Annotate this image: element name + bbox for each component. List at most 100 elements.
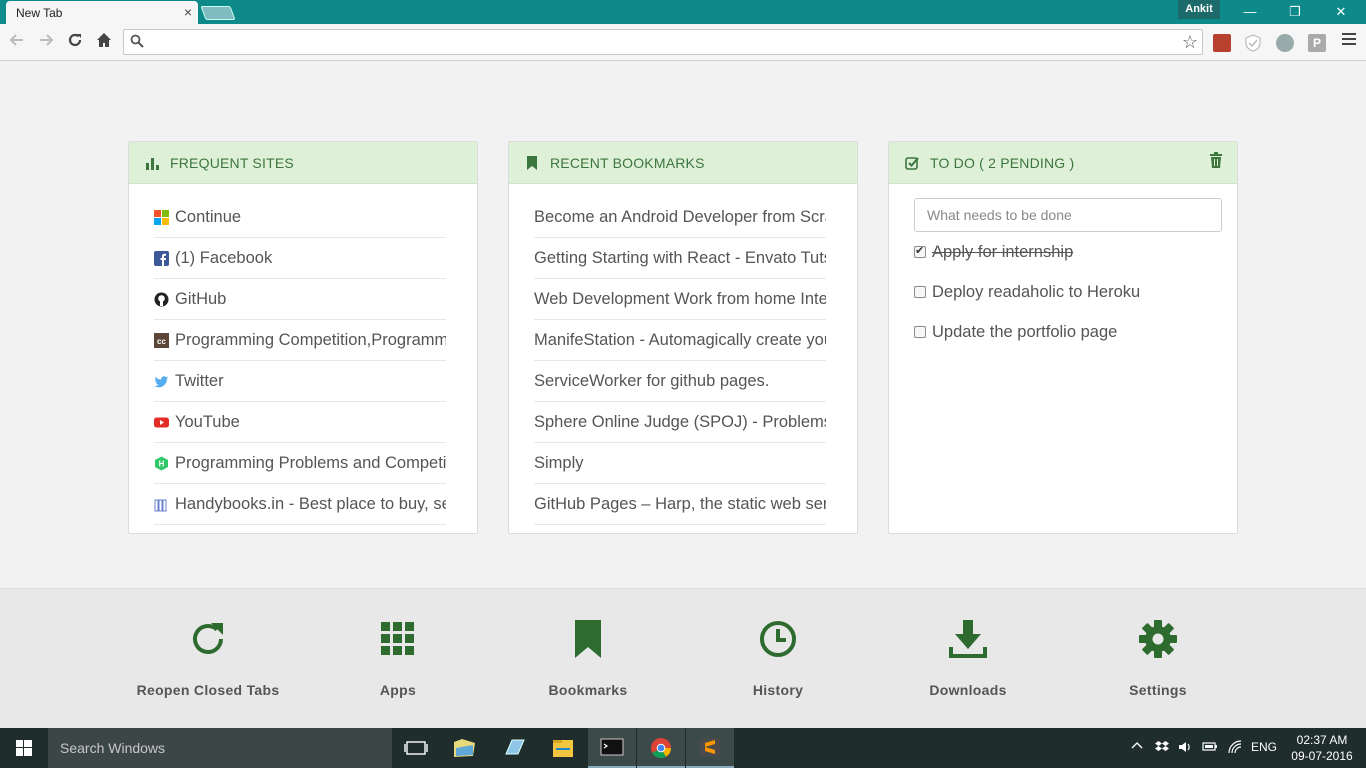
restore-button[interactable]: ❐ [1280, 2, 1310, 22]
gear-icon [1139, 620, 1177, 658]
bookmark-icon [527, 156, 537, 170]
reload-button[interactable] [65, 32, 85, 52]
taskbar-app-sublime[interactable] [686, 728, 734, 768]
todo-item[interactable]: Deploy readaholic to Heroku [914, 280, 1140, 304]
extension-p-icon[interactable]: P [1308, 34, 1326, 52]
list-item[interactable]: ManifeStation - Automagically create you… [534, 320, 826, 361]
notepad-icon [505, 739, 525, 755]
reopen-closed-tabs-button[interactable]: Reopen Closed Tabs [113, 619, 303, 698]
language-indicator[interactable]: ENG [1251, 740, 1277, 754]
dropbox-icon[interactable] [1155, 740, 1169, 757]
omnibox[interactable]: ☆ [123, 29, 1203, 55]
codechef-icon: cc [154, 332, 169, 348]
taskbar-app-explorer-old[interactable] [441, 728, 489, 768]
site-link: Handybooks.in - Best place to buy, sell … [175, 494, 446, 513]
todo-checkbox[interactable] [914, 326, 926, 338]
tab-close-icon[interactable]: × [184, 4, 192, 20]
trash-icon[interactable] [1209, 152, 1223, 168]
list-item[interactable]: YouTube [154, 402, 446, 443]
volume-icon[interactable] [1178, 740, 1192, 757]
tray-chevron-up-icon[interactable] [1131, 740, 1143, 755]
list-item[interactable]: Become an Android Developer from Scratch [534, 197, 826, 238]
bookmark-icon [575, 620, 601, 658]
omnibox-input[interactable] [152, 35, 1152, 51]
clock-date: 09-07-2016 [1291, 749, 1353, 763]
taskbar-app-file-explorer[interactable] [539, 728, 587, 768]
list-item[interactable]: ServiceWorker for github pages. [534, 361, 826, 402]
list-item[interactable]: Sphere Online Judge (SPOJ) - Problems [534, 402, 826, 443]
start-button[interactable] [0, 728, 48, 768]
clock-icon [760, 621, 796, 657]
task-view-button[interactable] [392, 728, 440, 768]
minimize-button[interactable]: — [1235, 2, 1265, 22]
shortcut-label: Bookmarks [548, 682, 628, 698]
profile-button[interactable]: Ankit [1178, 0, 1220, 19]
shortcut-label: Downloads [929, 682, 1007, 698]
taskbar-app-terminal[interactable] [588, 728, 636, 768]
bookmarks-button[interactable]: Bookmarks [493, 619, 683, 698]
close-window-button[interactable]: ✕ [1326, 2, 1356, 22]
todo-checkbox[interactable] [914, 244, 926, 258]
list-item[interactable]: Continue [154, 197, 446, 238]
new-tab-button[interactable] [200, 6, 236, 20]
clock-time: 02:37 AM [1296, 733, 1348, 747]
todo-input[interactable] [914, 198, 1222, 232]
todo-item[interactable]: Apply for internship [914, 240, 1073, 264]
list-item[interactable]: Simply [534, 443, 826, 484]
github-icon [154, 292, 169, 306]
list-item[interactable]: Handybooks.in - Best place to buy, sell … [154, 484, 446, 525]
extension-globe-icon[interactable] [1276, 34, 1294, 52]
list-item[interactable]: GitHub [154, 279, 446, 320]
list-item[interactable]: cc Programming Competition,Programming C… [154, 320, 446, 361]
shortcut-label: Reopen Closed Tabs [136, 682, 280, 698]
extension-shield-icon[interactable] [1244, 34, 1262, 52]
battery-icon[interactable] [1202, 740, 1218, 755]
browser-title-bar: New Tab × Ankit — ❐ ✕ [0, 0, 1366, 24]
list-item[interactable]: Twitter [154, 361, 446, 402]
recent-bookmarks-card: RECENT BOOKMARKS Become an Android Devel… [508, 141, 858, 534]
todo-item[interactable]: Update the portfolio page [914, 320, 1117, 344]
list-item[interactable]: H Programming Problems and Competitions [154, 443, 446, 484]
forward-button[interactable] [36, 32, 56, 52]
tab-new-tab[interactable]: New Tab × [6, 1, 198, 24]
taskbar-app-notepad[interactable] [490, 728, 538, 768]
todo-checkbox[interactable] [914, 286, 926, 298]
site-link: (1) Facebook [175, 248, 273, 267]
extension-book-icon[interactable] [1213, 34, 1231, 52]
taskbar-search[interactable]: Search Windows [48, 728, 392, 768]
forward-arrow-icon [40, 34, 54, 46]
bookmark-link: GitHub Pages – Harp, the static web serv… [534, 494, 826, 513]
shortcut-label: History [752, 682, 804, 698]
sublime-text-icon [700, 738, 720, 756]
todo-title: TO DO ( 2 PENDING ) [930, 155, 1075, 171]
hackerrank-icon: H [155, 456, 168, 470]
bookmark-star-icon[interactable]: ☆ [1182, 32, 1198, 52]
taskbar-app-chrome[interactable] [637, 728, 685, 768]
list-item[interactable]: Web Development Work from home Internshi… [534, 279, 826, 320]
back-button[interactable] [7, 32, 27, 52]
svg-text:cc: cc [157, 337, 166, 346]
twitter-icon [154, 375, 168, 387]
frequent-sites-header: FREQUENT SITES [129, 142, 477, 184]
checkbox-checked-icon [905, 157, 919, 170]
chrome-menu-button[interactable] [1339, 32, 1359, 52]
file-explorer-icon [553, 740, 573, 757]
tab-title: New Tab [16, 6, 63, 20]
list-item[interactable]: (1) Facebook [154, 238, 446, 279]
wifi-icon[interactable] [1228, 740, 1242, 757]
site-link: GitHub [175, 289, 227, 308]
history-button[interactable]: History [683, 619, 873, 698]
list-item[interactable]: Getting Starting with React - Envato Tut… [534, 238, 826, 279]
taskbar-clock[interactable]: 02:37 AM 09-07-2016 [1290, 732, 1354, 764]
downloads-button[interactable]: Downloads [873, 619, 1063, 698]
site-link: YouTube [175, 412, 240, 431]
terminal-icon [600, 738, 624, 756]
home-button[interactable] [94, 32, 114, 52]
bookmark-link: ManifeStation - Automagically create you… [534, 330, 826, 349]
windows-logo-icon [16, 740, 32, 756]
list-item[interactable]: GitHub Pages – Harp, the static web serv… [534, 484, 826, 525]
task-view-icon [404, 741, 428, 755]
download-icon [949, 620, 987, 658]
settings-button[interactable]: Settings [1063, 619, 1253, 698]
apps-button[interactable]: Apps [303, 619, 493, 698]
